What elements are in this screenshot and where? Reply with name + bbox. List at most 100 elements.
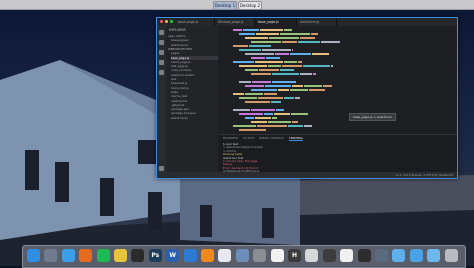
downloads-folder-icon[interactable] xyxy=(409,249,423,262)
code-token xyxy=(272,117,277,119)
search-icon[interactable] xyxy=(159,40,164,45)
code-token xyxy=(252,81,271,83)
code-token xyxy=(274,113,290,115)
code-token xyxy=(300,73,312,75)
code-token xyxy=(292,121,298,123)
code-token xyxy=(300,37,315,39)
folder-icon[interactable] xyxy=(392,249,406,262)
code-token xyxy=(257,125,287,127)
code-token xyxy=(245,85,264,87)
code-token xyxy=(304,85,322,87)
code-token xyxy=(331,65,333,67)
code-token xyxy=(266,57,280,59)
code-token xyxy=(243,29,259,31)
code-token xyxy=(251,89,277,91)
code-token xyxy=(251,109,275,111)
code-token xyxy=(245,93,263,95)
extensions-icon[interactable] xyxy=(159,70,164,75)
code-token xyxy=(312,53,329,55)
space-desktop-2[interactable]: Desktop 2 xyxy=(238,1,262,10)
code-token xyxy=(272,81,296,83)
obs-icon[interactable] xyxy=(357,249,371,262)
chrome-icon[interactable] xyxy=(114,249,127,262)
photos-icon[interactable] xyxy=(340,249,354,262)
code-token xyxy=(255,117,271,119)
panel-tab-output[interactable]: OUTPUT xyxy=(243,136,254,140)
code-token xyxy=(269,37,299,39)
panel-tab-problems[interactable]: PROBLEMS xyxy=(223,136,238,140)
panel-tab-terminal[interactable]: TERMINAL xyxy=(289,136,304,141)
activity-monitor-icon[interactable] xyxy=(322,249,336,262)
launchpad-icon[interactable] xyxy=(44,249,58,262)
code-token xyxy=(251,57,265,59)
app-icon[interactable] xyxy=(375,249,388,262)
code-token xyxy=(298,61,302,63)
terminal-icon[interactable] xyxy=(131,249,145,262)
editor-tab-active[interactable]: base_page.js xyxy=(255,18,297,26)
code-token xyxy=(291,113,308,115)
window-zoom-button[interactable] xyxy=(170,20,173,23)
code-token xyxy=(303,65,330,67)
code-token xyxy=(256,33,279,35)
dock: Ps W H xyxy=(22,245,466,268)
panel-tab-debug-console[interactable]: DEBUG CONSOLE xyxy=(259,136,284,140)
code-token xyxy=(298,41,320,43)
code-token xyxy=(313,73,316,75)
code-token xyxy=(233,45,248,47)
code-token xyxy=(233,93,244,95)
code-token xyxy=(288,125,303,127)
firefox-icon[interactable] xyxy=(79,249,93,262)
spotify-icon[interactable] xyxy=(96,249,110,262)
editor-tab[interactable]: webdriver.js xyxy=(297,18,337,26)
activity-bar xyxy=(157,26,166,178)
code-token xyxy=(245,101,270,103)
trash-icon[interactable] xyxy=(444,249,458,262)
system-preferences-icon[interactable] xyxy=(253,249,267,262)
settings-gear-icon[interactable] xyxy=(159,166,164,171)
photoshop-icon[interactable]: Ps xyxy=(148,249,162,262)
sidebar-file-item[interactable]: webdriver.js xyxy=(171,116,218,120)
explorer-title: EXPLORER xyxy=(169,28,186,32)
space-desktop-1[interactable]: Desktop 1 xyxy=(213,1,237,10)
code-token xyxy=(251,121,267,123)
mission-control-spaces-bar: Desktop 1 Desktop 2 xyxy=(0,0,474,10)
vlc-icon[interactable] xyxy=(201,249,214,262)
safari-icon[interactable] xyxy=(61,249,75,262)
code-token xyxy=(245,53,274,55)
code-token xyxy=(284,29,292,31)
code-token xyxy=(233,29,242,31)
code-lines xyxy=(233,29,340,131)
preview-icon[interactable] xyxy=(235,249,249,262)
vscode-icon[interactable] xyxy=(183,249,197,262)
hammer-icon[interactable]: H xyxy=(288,249,301,262)
code-token xyxy=(292,85,303,87)
finder-icon[interactable] xyxy=(27,249,40,262)
editor-tab[interactable]: Window_page.js xyxy=(215,18,255,26)
code-token xyxy=(321,41,340,43)
code-token xyxy=(239,33,255,35)
debug-icon[interactable] xyxy=(159,60,164,65)
code-editor-window[interactable]: base.page.js Window_page.js base_page.js… xyxy=(156,17,458,179)
documents-folder-icon[interactable] xyxy=(427,249,441,262)
code-token xyxy=(280,33,310,35)
code-token xyxy=(239,97,257,99)
notes-icon[interactable] xyxy=(305,249,319,262)
calendar-icon[interactable] xyxy=(270,249,284,262)
editor-tab[interactable]: base.page.js xyxy=(175,18,215,26)
explorer-sidebar: EXPLORER open editors base.page.js webdriv… xyxy=(166,26,218,178)
code-token xyxy=(290,89,308,91)
code-editor-area[interactable]: base_page.js > webdriver xyxy=(219,26,457,134)
window-close-button[interactable] xyxy=(160,20,163,23)
window-minimize-button[interactable] xyxy=(165,20,168,23)
code-token xyxy=(276,109,284,111)
code-token xyxy=(272,73,299,75)
terminal-panel[interactable]: PROBLEMS OUTPUT DEBUG CONSOLE TERMINAL $… xyxy=(219,134,457,173)
editor-tab-bar: base.page.js Window_page.js base_page.js… xyxy=(157,18,457,26)
explorer-icon[interactable] xyxy=(159,30,164,35)
itunes-icon[interactable] xyxy=(218,249,232,262)
word-icon[interactable]: W xyxy=(166,249,180,262)
source-control-icon[interactable] xyxy=(159,50,164,55)
code-token xyxy=(282,65,302,67)
code-token xyxy=(275,53,289,55)
code-token xyxy=(262,49,291,51)
